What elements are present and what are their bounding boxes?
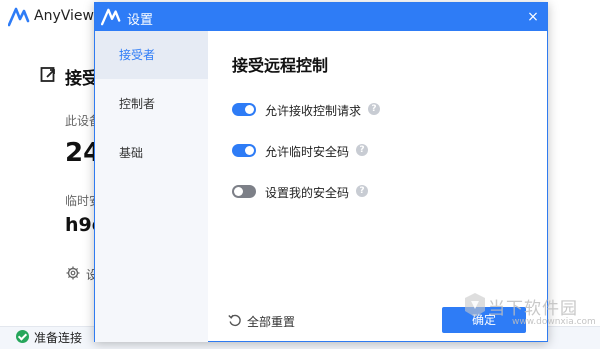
nav-item-basic[interactable]: 基础 <box>95 129 208 177</box>
allow-control-requests-toggle[interactable] <box>232 103 256 116</box>
gear-icon[interactable] <box>66 266 80 280</box>
reset-all-button[interactable]: 全部重置 <box>228 311 308 331</box>
option-label: 允许临时安全码 <box>265 145 350 159</box>
ok-button[interactable]: 确定 <box>442 307 526 333</box>
check-circle-icon <box>16 330 29 343</box>
status-text: 准备连接 <box>34 331 83 345</box>
question-circle-icon[interactable]: ? <box>356 144 368 156</box>
reset-icon <box>228 314 241 327</box>
dialog-titlebar: 设置 × <box>95 3 547 31</box>
nav-item-receiver[interactable]: 接受者 <box>95 31 208 79</box>
settings-nav: 接受者 控制者 基础 <box>95 31 208 342</box>
option-allow-control-requests: 允许接收控制请求 ? <box>232 100 532 120</box>
set-my-code-toggle[interactable] <box>232 185 256 198</box>
anyviewer-logo-icon <box>8 7 30 27</box>
anyviewer-logo-icon <box>101 8 121 26</box>
option-label: 允许接收控制请求 <box>265 104 362 118</box>
question-circle-icon[interactable]: ? <box>368 103 380 115</box>
allow-temp-code-toggle[interactable] <box>232 144 256 157</box>
dialog-title: 设置 <box>127 13 154 28</box>
option-allow-temp-code: 允许临时安全码 ? <box>232 141 532 161</box>
reset-label: 全部重置 <box>247 315 296 329</box>
settings-content: 接受远程控制 允许接收控制请求 ? 允许临时安全码 ? 设置我的安全码 ? 全部… <box>208 31 547 342</box>
screen-share-icon <box>40 67 55 82</box>
nav-item-controller[interactable]: 控制者 <box>95 80 208 128</box>
option-set-my-code: 设置我的安全码 ? <box>232 182 532 202</box>
option-label: 设置我的安全码 <box>265 186 350 200</box>
settings-dialog: 设置 × 接受者 控制者 基础 接受远程控制 允许接收控制请求 ? 允许临时安全… <box>94 2 548 342</box>
question-circle-icon[interactable]: ? <box>356 185 368 197</box>
close-icon[interactable]: × <box>525 9 541 25</box>
content-title: 接受远程控制 <box>232 56 329 75</box>
